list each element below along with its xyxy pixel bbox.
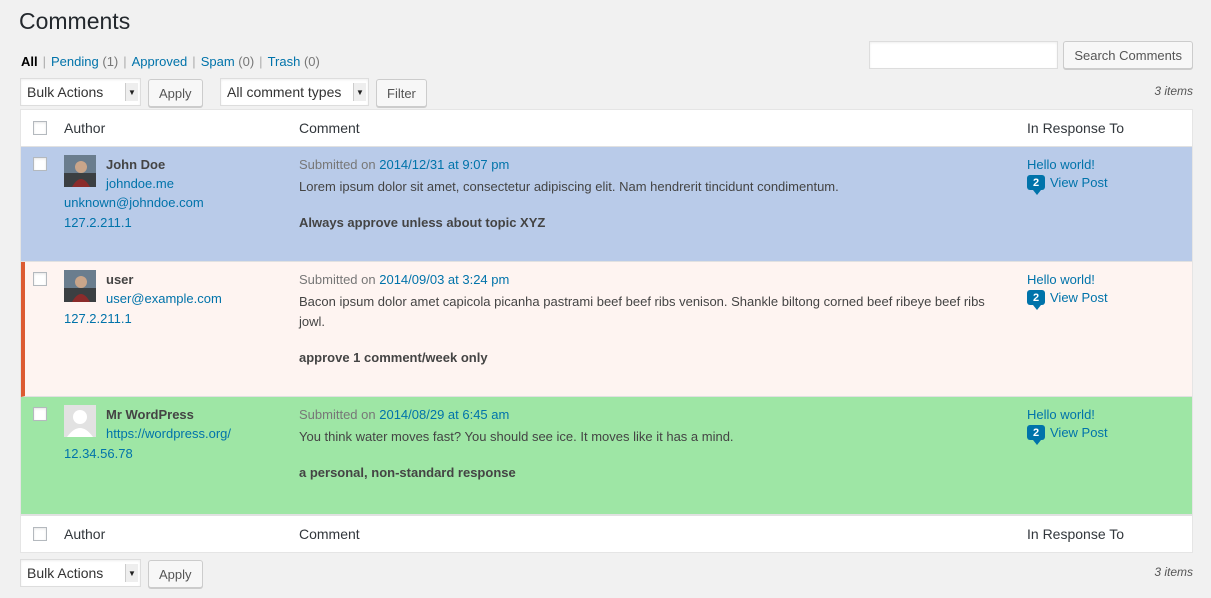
separator: |	[192, 54, 196, 69]
comment-note: a personal, non-standard response	[299, 465, 516, 480]
trash-count: (0)	[303, 54, 320, 69]
table-row: John Doe johndoe.me unknown@johndoe.com …	[21, 147, 1192, 262]
comment-note: Always approve unless about topic XYZ	[299, 215, 546, 230]
separator: |	[42, 54, 47, 69]
comment-type-select[interactable]: All comment types ▼	[220, 78, 369, 106]
comment-text: Lorem ipsum dolor sit amet, consectetur …	[299, 179, 839, 194]
comment-count: 2	[1032, 291, 1040, 304]
filter-trash[interactable]: Trash	[268, 54, 301, 69]
view-post-label[interactable]: View Post	[1050, 175, 1108, 190]
apply-button[interactable]: Apply	[148, 560, 203, 588]
table-row: Mr WordPress https://wordpress.org/ 12.3…	[21, 397, 1192, 515]
select-all-checkbox[interactable]	[33, 527, 47, 541]
tablenav-top: Bulk Actions ▼ Apply All comment types ▼…	[20, 78, 1193, 107]
filter-pending[interactable]: Pending	[51, 54, 99, 69]
comment-bubble-icon[interactable]: 2	[1027, 425, 1045, 445]
view-post-label[interactable]: View Post	[1050, 425, 1108, 440]
author-name: John Doe	[106, 157, 166, 172]
select-all-checkbox[interactable]	[33, 121, 47, 135]
view-post-link[interactable]: 2 View Post	[1027, 175, 1108, 195]
view-post-link[interactable]: 2 View Post	[1027, 425, 1108, 445]
table-header: Author Comment In Response To	[21, 110, 1192, 147]
submitted-prefix: Submitted on	[299, 157, 376, 172]
search-input[interactable]	[869, 41, 1059, 69]
avatar-icon	[64, 405, 96, 437]
comment-date-link[interactable]: 2014/08/29 at 6:45 am	[379, 407, 509, 422]
bulk-actions-select[interactable]: Bulk Actions ▼	[20, 78, 141, 106]
submitted-on: Submitted on 2014/12/31 at 9:07 pm	[299, 157, 509, 172]
page-title: Comments	[19, 8, 131, 34]
filter-all[interactable]: All	[21, 54, 38, 69]
comment-count: 2	[1032, 176, 1040, 189]
author-url[interactable]: johndoe.me	[106, 176, 174, 191]
search-box: Search Comments	[869, 41, 1193, 69]
bulk-actions-label: Bulk Actions	[27, 565, 104, 581]
column-author[interactable]: Author	[64, 120, 105, 136]
author-name: Mr WordPress	[106, 407, 194, 422]
separator: |	[259, 54, 263, 69]
filter-spam[interactable]: Spam	[201, 54, 235, 69]
chevron-down-icon: ▼	[125, 564, 138, 582]
comment-bubble-icon[interactable]: 2	[1027, 290, 1045, 310]
column-author[interactable]: Author	[64, 526, 105, 542]
row-checkbox[interactable]	[33, 157, 47, 171]
comment-bubble-icon[interactable]: 2	[1027, 175, 1045, 195]
avatar-icon	[64, 270, 96, 302]
bulk-actions-select[interactable]: Bulk Actions ▼	[20, 559, 141, 587]
author-ip[interactable]: 127.2.211.1	[64, 215, 132, 230]
column-in-response-to[interactable]: In Response To	[1027, 120, 1124, 136]
response-post-link[interactable]: Hello world!	[1027, 157, 1095, 172]
response-post-link[interactable]: Hello world!	[1027, 272, 1095, 287]
chevron-down-icon: ▼	[125, 83, 138, 101]
chevron-down-icon: ▼	[353, 83, 366, 101]
comment-count: 2	[1032, 426, 1040, 439]
submitted-prefix: Submitted on	[299, 272, 376, 287]
column-comment: Comment	[299, 526, 360, 542]
submitted-on: Submitted on 2014/09/03 at 3:24 pm	[299, 272, 509, 287]
comment-text: Bacon ipsum dolor amet capicola picanha …	[299, 294, 985, 329]
author-email[interactable]: user@example.com	[106, 291, 222, 306]
pending-count: (1)	[102, 54, 119, 69]
items-count: 3 items	[1154, 84, 1193, 98]
view-post-label[interactable]: View Post	[1050, 290, 1108, 305]
author-url[interactable]: https://wordpress.org/	[106, 426, 231, 441]
status-filter-links: All | Pending (1) | Approved | Spam (0) | Trash …	[21, 54, 320, 69]
submitted-prefix: Submitted on	[299, 407, 376, 422]
table-row: user user@example.com 127.2.211.1 Submit…	[21, 262, 1192, 397]
row-checkbox[interactable]	[33, 407, 47, 421]
comment-date-link[interactable]: 2014/09/03 at 3:24 pm	[379, 272, 509, 287]
column-in-response-to[interactable]: In Response To	[1027, 526, 1124, 542]
separator: |	[123, 54, 127, 69]
author-email[interactable]: unknown@johndoe.com	[64, 195, 204, 210]
apply-button[interactable]: Apply	[148, 79, 203, 107]
author-ip[interactable]: 12.34.56.78	[64, 446, 133, 461]
bulk-actions-label: Bulk Actions	[27, 84, 104, 100]
comment-text: You think water moves fast? You should s…	[299, 429, 734, 444]
row-checkbox[interactable]	[33, 272, 47, 286]
search-comments-button[interactable]: Search Comments	[1063, 41, 1193, 69]
column-comment: Comment	[299, 120, 360, 136]
tablenav-bottom: Bulk Actions ▼ Apply 3 items	[20, 559, 1193, 588]
view-post-link[interactable]: 2 View Post	[1027, 290, 1108, 310]
comment-note: approve 1 comment/week only	[299, 350, 488, 365]
comments-table: Author Comment In Response To John Doe j…	[20, 109, 1193, 553]
comment-type-label: All comment types	[227, 84, 342, 100]
comment-date-link[interactable]: 2014/12/31 at 9:07 pm	[379, 157, 509, 172]
response-post-link[interactable]: Hello world!	[1027, 407, 1095, 422]
filter-approved[interactable]: Approved	[132, 54, 188, 69]
filter-button[interactable]: Filter	[376, 79, 427, 107]
author-ip[interactable]: 127.2.211.1	[64, 311, 132, 326]
spam-count: (0)	[238, 54, 255, 69]
submitted-on: Submitted on 2014/08/29 at 6:45 am	[299, 407, 509, 422]
items-count: 3 items	[1154, 565, 1193, 579]
table-footer: Author Comment In Response To	[21, 515, 1192, 552]
author-name: user	[106, 272, 134, 287]
avatar-icon	[64, 155, 96, 187]
